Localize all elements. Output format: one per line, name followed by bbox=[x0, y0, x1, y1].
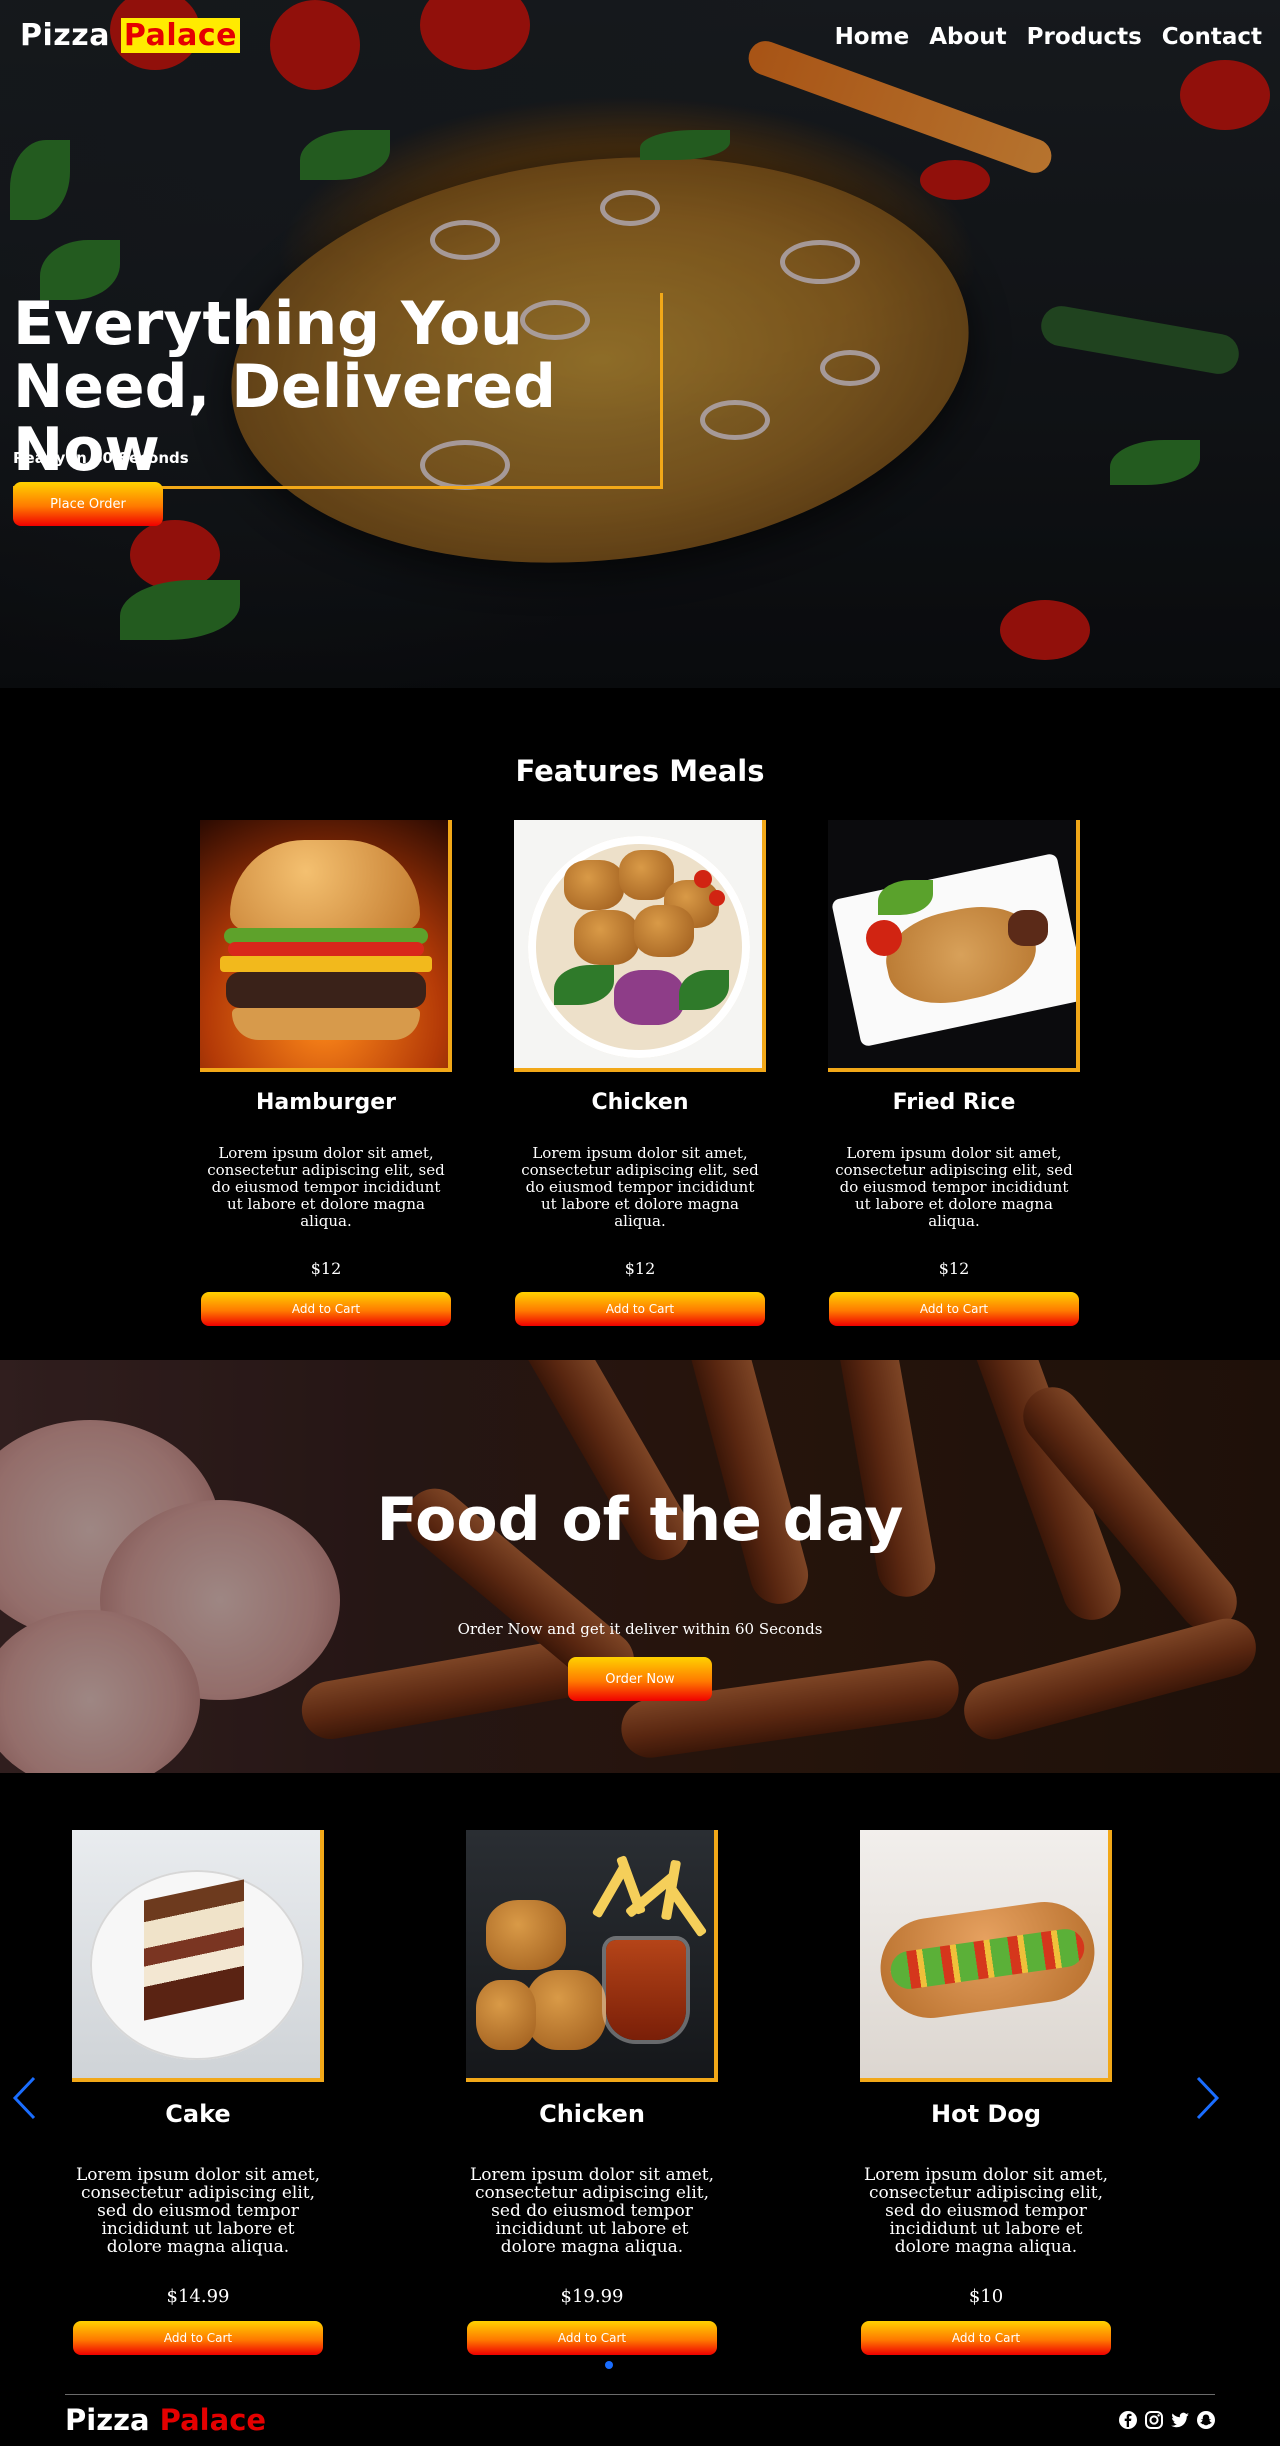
hot-dog-image bbox=[860, 1830, 1112, 2082]
food-of-the-day-section: Food of the day Order Now and get it del… bbox=[0, 1360, 1280, 1773]
chicken-image bbox=[514, 820, 766, 1072]
meal-name: Hot Dog bbox=[931, 2100, 1041, 2128]
carousel-pagination-dot[interactable] bbox=[605, 2361, 613, 2369]
carousel-card-hot-dog: Hot Dog Lorem ipsum dolor sit amet, cons… bbox=[860, 1830, 1112, 2355]
add-to-cart-button[interactable]: Add to Cart bbox=[861, 2321, 1111, 2355]
nav-link-products[interactable]: Products bbox=[1027, 24, 1142, 50]
meal-name: Cake bbox=[165, 2100, 231, 2128]
chevron-left-icon[interactable] bbox=[10, 2074, 38, 2122]
add-to-cart-button[interactable]: Add to Cart bbox=[73, 2321, 323, 2355]
footer-logo-text-pizza: Pizza bbox=[65, 2403, 150, 2437]
hero-subtitle: Ready In 60 Seconds bbox=[13, 449, 189, 467]
hero-section: Everything You Need, Delivered Now Ready… bbox=[0, 0, 1280, 688]
meal-price: $19.99 bbox=[560, 2286, 624, 2307]
footer-divider bbox=[65, 2394, 1215, 2395]
add-to-cart-button[interactable]: Add to Cart bbox=[467, 2321, 717, 2355]
meal-description: Lorem ipsum dolor sit amet, consectetur … bbox=[521, 1144, 759, 1230]
instagram-icon[interactable] bbox=[1144, 2410, 1164, 2430]
nav-menu: Home About Products Contact bbox=[835, 24, 1262, 50]
meal-card-hamburger: Hamburger Lorem ipsum dolor sit amet, co… bbox=[200, 820, 452, 1326]
meal-name: Hamburger bbox=[256, 1090, 396, 1115]
fried-rice-image bbox=[828, 820, 1080, 1072]
meal-price: $10 bbox=[968, 2286, 1004, 2307]
meal-name: Fried Rice bbox=[892, 1090, 1016, 1115]
place-order-button[interactable]: Place Order bbox=[13, 482, 163, 526]
nav-link-home[interactable]: Home bbox=[835, 24, 910, 50]
meal-price: $14.99 bbox=[166, 2286, 230, 2307]
meal-card-fried-rice: Fried Rice Lorem ipsum dolor sit amet, c… bbox=[828, 820, 1080, 1326]
snapchat-icon[interactable] bbox=[1196, 2410, 1216, 2430]
food-of-the-day-title: Food of the day bbox=[376, 1485, 904, 1555]
meal-price: $12 bbox=[310, 1259, 342, 1278]
top-nav: Pizza Palace Home About Products Contact bbox=[0, 0, 1280, 80]
meal-card-chicken: Chicken Lorem ipsum dolor sit amet, cons… bbox=[514, 820, 766, 1326]
meal-description: Lorem ipsum dolor sit amet, consectetur … bbox=[207, 1144, 445, 1230]
meal-description: Lorem ipsum dolor sit amet, consectetur … bbox=[863, 2165, 1109, 2257]
meal-price: $12 bbox=[624, 1259, 656, 1278]
nav-link-about[interactable]: About bbox=[929, 24, 1006, 50]
add-to-cart-button[interactable]: Add to Cart bbox=[829, 1292, 1079, 1326]
social-links bbox=[1118, 2410, 1216, 2430]
nav-link-contact[interactable]: Contact bbox=[1162, 24, 1262, 50]
featured-meals-title: Features Meals bbox=[515, 754, 765, 788]
logo-text-palace: Palace bbox=[120, 18, 240, 53]
cake-image bbox=[72, 1830, 324, 2082]
carousel-card-cake: Cake Lorem ipsum dolor sit amet, consect… bbox=[72, 1830, 324, 2355]
meal-name: Chicken bbox=[591, 1090, 689, 1115]
order-now-button[interactable]: Order Now bbox=[568, 1657, 712, 1701]
footer-logo-text-palace: Palace bbox=[159, 2403, 267, 2437]
chevron-right-icon[interactable] bbox=[1194, 2074, 1222, 2122]
logo[interactable]: Pizza Palace bbox=[20, 18, 240, 53]
meal-description: Lorem ipsum dolor sit amet, consectetur … bbox=[75, 2165, 321, 2257]
meal-description: Lorem ipsum dolor sit amet, consectetur … bbox=[835, 1144, 1073, 1230]
add-to-cart-button[interactable]: Add to Cart bbox=[201, 1292, 451, 1326]
chicken-nuggets-image bbox=[466, 1830, 718, 2082]
food-of-the-day-subtitle: Order Now and get it deliver within 60 S… bbox=[457, 1620, 823, 1638]
hamburger-image bbox=[200, 820, 452, 1072]
facebook-icon[interactable] bbox=[1118, 2410, 1138, 2430]
meal-price: $12 bbox=[938, 1259, 970, 1278]
logo-text-pizza: Pizza bbox=[20, 18, 110, 53]
add-to-cart-button[interactable]: Add to Cart bbox=[515, 1292, 765, 1326]
carousel-card-chicken: Chicken Lorem ipsum dolor sit amet, cons… bbox=[466, 1830, 718, 2355]
footer-logo[interactable]: Pizza Palace bbox=[65, 2403, 266, 2437]
twitter-icon[interactable] bbox=[1170, 2410, 1190, 2430]
meal-description: Lorem ipsum dolor sit amet, consectetur … bbox=[469, 2165, 715, 2257]
meal-name: Chicken bbox=[539, 2100, 645, 2128]
